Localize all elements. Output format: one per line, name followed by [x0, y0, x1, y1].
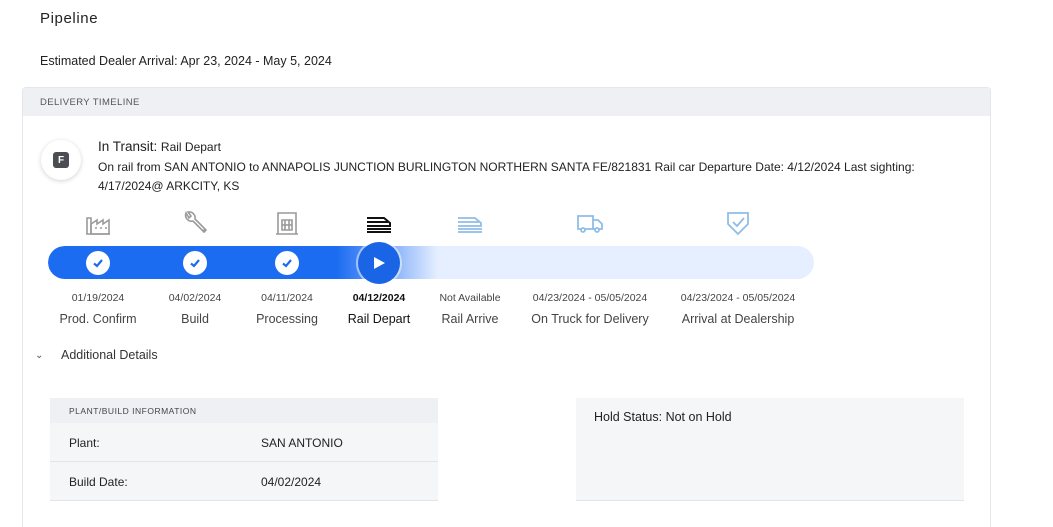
- truck-icon: [575, 208, 605, 238]
- plant-build-header: PLANT/BUILD INFORMATION: [50, 398, 438, 423]
- estimated-arrival: Estimated Dealer Arrival: Apr 23, 2024 -…: [40, 54, 332, 68]
- step-complete-check: [86, 251, 110, 275]
- transit-status: In Transit: Rail Depart: [98, 139, 221, 154]
- step-date: 01/19/2024: [71, 292, 125, 304]
- step-label-prod-confirm: Prod. Confirm: [59, 312, 137, 326]
- transit-description: On rail from SAN ANTONIO to ANNAPOLIS JU…: [98, 160, 915, 193]
- build-date-value: 04/02/2024: [261, 475, 322, 489]
- plant-build-info: PLANT/BUILD INFORMATION Plant: SAN ANTON…: [50, 398, 438, 502]
- step-date: 04/11/2024: [261, 292, 313, 304]
- current-step-play-icon: [358, 242, 400, 284]
- step-date: 04/23/2024 - 05/05/2024: [680, 292, 796, 304]
- factory-icon: [83, 208, 113, 238]
- step-label-arrival-dealership: Arrival at Dealership: [681, 312, 795, 326]
- step-complete-check: [275, 251, 299, 275]
- step-label-build: Build: [181, 312, 209, 326]
- step-complete-check: [183, 251, 207, 275]
- wrench-icon: [180, 208, 210, 238]
- shield-check-icon: [723, 208, 753, 238]
- hold-status-box: Hold Status: Not on Hold: [576, 398, 964, 501]
- page-title: Pipeline: [40, 10, 99, 27]
- step-date: 04/23/2024 - 05/05/2024: [532, 292, 648, 304]
- step-label-processing: Processing: [256, 312, 318, 326]
- brand-badge: F: [41, 140, 81, 180]
- chevron-down-icon: ⌄: [35, 349, 44, 361]
- rail-icon: [364, 208, 394, 238]
- plant-key: Plant:: [69, 436, 100, 450]
- step-date: Not Available: [439, 292, 501, 304]
- step-label-rail-arrive: Rail Arrive: [441, 312, 499, 326]
- build-date-row: Build Date: 04/02/2024: [50, 462, 438, 501]
- build-date-key: Build Date:: [69, 475, 128, 489]
- step-label-rail-depart: Rail Depart: [347, 312, 411, 326]
- delivery-timeline-header: DELIVERY TIMELINE: [23, 88, 990, 116]
- plant-row: Plant: SAN ANTONIO: [50, 423, 438, 462]
- processing-icon: [272, 208, 302, 238]
- rail-icon: [455, 208, 485, 238]
- plant-value: SAN ANTONIO: [261, 436, 343, 450]
- additional-details-toggle[interactable]: ⌄ Additional Details: [35, 348, 158, 362]
- brand-letter: F: [53, 152, 69, 168]
- transit-status-label: In Transit:: [98, 139, 158, 154]
- additional-details-label: Additional Details: [61, 348, 158, 362]
- step-date: 04/02/2024: [168, 292, 222, 304]
- transit-status-step: Rail Depart: [160, 140, 221, 154]
- progress-track: [48, 246, 814, 279]
- delivery-timeline-card: DELIVERY TIMELINE F In Transit: Rail Dep…: [22, 87, 991, 527]
- step-date-current: 04/12/2024: [352, 292, 406, 304]
- hold-status: Hold Status: Not on Hold: [594, 410, 732, 424]
- step-label-on-truck: On Truck for Delivery: [531, 312, 649, 326]
